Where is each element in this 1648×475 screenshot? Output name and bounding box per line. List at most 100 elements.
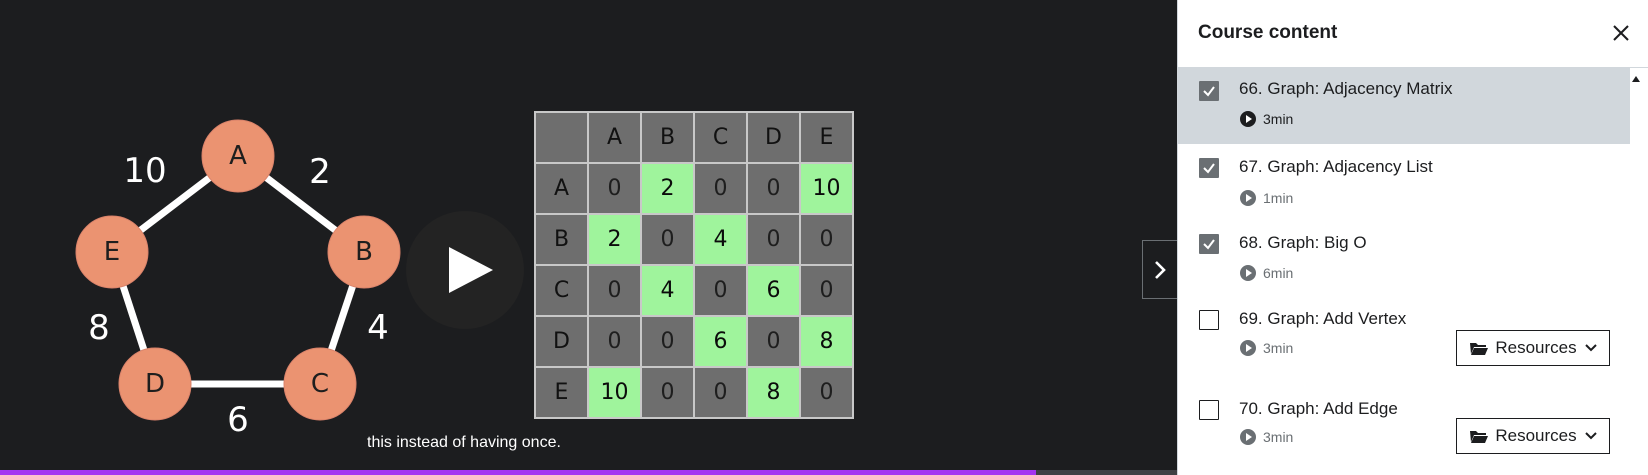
matrix-cell: 0 [587,315,642,368]
matrix-cell: 0 [746,315,801,368]
matrix-column-header: C [693,111,748,164]
matrix-cell: 8 [799,315,854,368]
node-label: E [104,237,120,267]
play-button[interactable] [406,211,524,329]
matrix-row: C04060 [534,264,854,317]
caret-up-icon [1632,76,1640,82]
lecture-complete-checkbox[interactable] [1199,400,1219,420]
node-label: C [311,369,329,399]
folder-open-icon [1469,428,1489,444]
matrix-cell: 0 [799,213,854,266]
matrix-cell: 0 [693,366,748,419]
matrix-cell: 0 [693,264,748,317]
resources-label: Resources [1495,338,1577,357]
node-label: A [229,141,247,171]
edge-weight-ab: 2 [309,152,331,192]
resources-dropdown-button[interactable]: Resources [1456,418,1610,454]
matrix-cell: 0 [746,162,801,215]
graph-node-d: D [118,347,192,421]
video-player[interactable]: 2 4 6 8 10 ABCDE A B C D E A 0 2 0 0 10 B 2 0 4 0 0 C 0 4 0 6 0 D 0 0… [0,0,1177,475]
lecture-complete-checkbox[interactable] [1199,158,1219,178]
matrix-row: E 10 0 0 8 0 [534,366,854,419]
duration-text: 1min [1263,190,1294,206]
scroll-up-arrow[interactable] [1628,73,1644,85]
graph-node-b: B [327,215,401,289]
duration-text: 3min [1263,429,1294,445]
resources-label: Resources [1495,426,1577,445]
matrix-row-header: C [534,264,589,317]
check-icon [1203,163,1215,174]
chevron-right-icon [1155,260,1166,279]
lecture-item[interactable]: 67. Graph: Adjacency List 1min [1178,144,1630,220]
matrix-cell: 0 [799,366,854,419]
adjacency-matrix: A B C D E A 0 2 0 0 10 B 2 0 4 0 0 C 0 4 0 6 0 D 0 0 6 0 8 E 10 0 0 8 0 [534,111,854,419]
matrix-cell: 0 [640,315,695,368]
matrix-row: B20400 [534,213,854,266]
matrix-column-header: D [746,111,801,164]
check-icon [1203,86,1215,97]
lecture-item[interactable]: 69. Graph: Add Vertex 3min Resources [1178,296,1630,386]
matrix-cell: 0 [587,264,642,317]
matrix-cell: 0 [746,213,801,266]
expand-sidebar-button[interactable] [1142,240,1177,299]
sidebar-header: Course content [1178,0,1648,68]
sidebar-title: Course content [1198,22,1338,43]
video-progress-bar[interactable] [0,470,1177,475]
matrix-cell: 0 [693,162,748,215]
matrix-cell: 6 [746,264,801,317]
lecture-item[interactable]: 66. Graph: Adjacency Matrix 3min [1178,68,1630,144]
resources-dropdown-button[interactable]: Resources [1456,330,1610,366]
lecture-title: 68. Graph: Big O [1239,233,1367,252]
lecture-duration: 3min [1239,428,1293,446]
video-play-icon [1240,340,1256,356]
video-play-icon [1240,265,1256,281]
lecture-duration: 3min [1239,110,1293,128]
play-icon [449,247,493,293]
edge-weight-cd: 6 [227,400,249,440]
lecture-duration: 3min [1239,339,1293,357]
matrix-cell: 2 [640,162,695,215]
chevron-down-icon [1584,344,1597,352]
edge-weight-ea: 10 [123,151,166,191]
matrix-row-header: A [534,162,589,215]
lecture-title: 70. Graph: Add Edge [1239,399,1398,418]
matrix-cell: 2 [587,213,642,266]
video-play-icon [1240,429,1256,445]
lecture-title: 67. Graph: Adjacency List [1239,157,1433,176]
matrix-cell: 4 [693,213,748,266]
close-sidebar-button[interactable] [1608,20,1634,46]
graph-node-e: E [75,215,149,289]
matrix-cell: 0 [640,366,695,419]
graph-node-c: C [283,347,357,421]
matrix-cell: 4 [640,264,695,317]
folder-open-icon [1469,340,1489,356]
lecture-item[interactable]: 68. Graph: Big O 6min [1178,220,1630,296]
lecture-complete-checkbox[interactable] [1199,310,1219,330]
course-content-sidebar: Course content 66. Graph: Adjacency Matr… [1177,0,1648,475]
lecture-complete-checkbox[interactable] [1199,81,1219,101]
edge-weight-de: 8 [88,308,110,348]
matrix-header-row: ABCDE [534,111,854,164]
matrix-column-header: E [799,111,854,164]
matrix-row: D00608 [534,315,854,368]
matrix-cell: 0 [799,264,854,317]
matrix-row-header: B [534,213,589,266]
lecture-title: 66. Graph: Adjacency Matrix [1239,79,1453,98]
lecture-item[interactable]: 70. Graph: Add Edge 3min Resources [1178,386,1630,475]
video-caption: this instead of having once. [359,431,569,455]
matrix-cell: 0 [587,162,642,215]
duration-text: 3min [1263,111,1294,127]
lecture-complete-checkbox[interactable] [1199,234,1219,254]
matrix-column-header: A [587,111,642,164]
video-play-icon [1240,111,1256,127]
lecture-list: 66. Graph: Adjacency Matrix 3min 67. Graph… [1178,68,1648,475]
matrix-row-header: D [534,315,589,368]
matrix-row: A 0 2 0 0 10 [534,162,854,215]
matrix-cell: 6 [693,315,748,368]
chevron-down-icon [1584,432,1597,440]
edge-weight-bc: 4 [367,308,389,348]
lecture-title: 69. Graph: Add Vertex [1239,309,1407,328]
matrix-row-header: E [534,366,589,419]
duration-text: 3min [1263,340,1294,356]
video-progress-fill [0,470,1036,475]
